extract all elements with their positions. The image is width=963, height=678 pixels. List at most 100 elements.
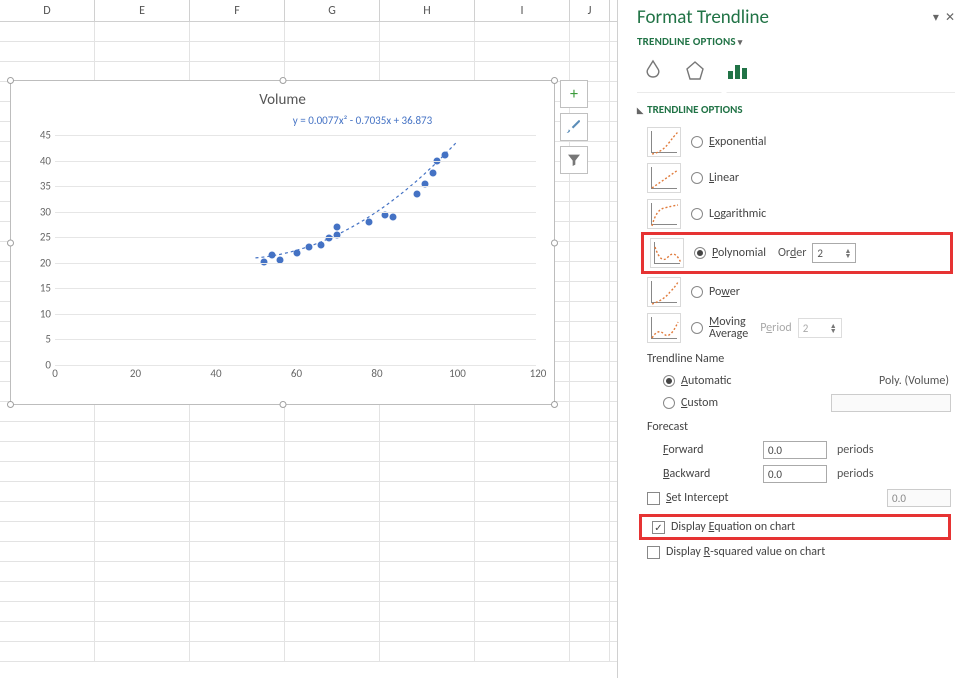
format-trendline-pane: Format Trendline ▾ ✕ TRENDLINE OPTIONS▾ …: [627, 0, 963, 678]
trendline-name-custom[interactable]: Custom: [637, 392, 955, 414]
forward-unit: periods: [837, 443, 874, 457]
checkbox-display-equation[interactable]: [652, 521, 665, 534]
display-r2-label: Display R-squared value on chart: [666, 545, 825, 559]
data-point[interactable]: [390, 213, 397, 220]
data-point[interactable]: [325, 235, 332, 242]
trendline-name-automatic[interactable]: Automatic Poly. (Volume): [637, 370, 955, 392]
exponential-icon: [647, 127, 681, 157]
trendline-options-section-header[interactable]: ◣TRENDLINE OPTIONS: [637, 103, 955, 116]
highlight-display-equation: Display Equation on chart: [639, 514, 951, 540]
pane-title: Format Trendline: [637, 6, 769, 29]
data-point[interactable]: [414, 190, 421, 197]
polynomial-icon: [650, 238, 684, 268]
option-label: EExponentialxponential: [709, 135, 766, 149]
automatic-label: Automatic: [681, 374, 731, 388]
display-equation-label: Display Equation on chart: [671, 520, 795, 534]
custom-name-input[interactable]: [831, 394, 951, 412]
radio-power[interactable]: [691, 286, 703, 298]
option-logarithmic[interactable]: Logarithmic: [637, 196, 955, 232]
worksheet-area: D E F G H I J Volume y = 0.0077x² - 0.70…: [0, 0, 618, 678]
col-header-h[interactable]: H: [380, 0, 475, 21]
tab-fill-line[interactable]: [639, 58, 667, 82]
pane-close-icon[interactable]: ✕: [945, 10, 955, 25]
column-header-row: D E F G H I J: [0, 0, 617, 22]
col-header-d[interactable]: D: [0, 0, 95, 21]
pane-dropdown-icon[interactable]: ▾: [933, 10, 939, 25]
chart-element-buttons: +: [560, 80, 590, 179]
option-label: Polynomial: [712, 246, 766, 260]
moving-avg-icon: [647, 313, 681, 343]
x-axis: 020406080100120: [55, 367, 536, 383]
option-polynomial[interactable]: Polynomial Order 2 ▲▼: [644, 235, 950, 271]
option-label: Power: [709, 285, 740, 299]
data-point[interactable]: [293, 249, 300, 256]
forecast-header: Forecast: [647, 420, 955, 434]
y-axis: 051015202530354045: [25, 135, 53, 365]
data-point[interactable]: [365, 218, 372, 225]
option-power[interactable]: Power: [637, 274, 955, 310]
polynomial-order-input[interactable]: 2 ▲▼: [812, 243, 856, 263]
chart-styles-button[interactable]: [560, 113, 588, 141]
bar-chart-icon: [725, 59, 749, 81]
data-point[interactable]: [442, 152, 449, 159]
radio-automatic[interactable]: [663, 375, 675, 387]
pane-tab-strip: [637, 58, 955, 93]
data-point[interactable]: [333, 224, 340, 231]
option-label: MovingAverage: [709, 316, 748, 340]
checkbox-display-r2[interactable]: [647, 546, 660, 559]
col-header-e[interactable]: E: [95, 0, 190, 21]
radio-exponential[interactable]: [691, 136, 703, 148]
option-label: Logarithmic: [709, 207, 766, 221]
radio-moving-average[interactable]: [691, 322, 703, 334]
radio-logarithmic[interactable]: [691, 208, 703, 220]
data-point[interactable]: [261, 258, 268, 265]
data-point[interactable]: [269, 252, 276, 259]
data-series[interactable]: [55, 135, 536, 365]
radio-linear[interactable]: [691, 172, 703, 184]
chart-title[interactable]: Volume: [11, 81, 554, 113]
backward-input[interactable]: 0.0: [763, 465, 827, 483]
plus-icon: +: [570, 85, 578, 104]
tab-trendline-options[interactable]: [723, 58, 751, 82]
col-header-j[interactable]: J: [570, 0, 610, 21]
col-header-g[interactable]: G: [285, 0, 380, 21]
chart-filter-button[interactable]: [560, 146, 588, 174]
automatic-name-value: Poly. (Volume): [879, 374, 955, 388]
backward-label: Backward: [663, 467, 763, 481]
trendline-name-header: Trendline Name: [647, 352, 955, 366]
option-label: Linear: [709, 171, 739, 185]
funnel-icon: [566, 152, 582, 168]
col-header-f[interactable]: F: [190, 0, 285, 21]
option-linear[interactable]: Linear: [637, 160, 955, 196]
option-exponential[interactable]: EExponentialxponential: [637, 124, 955, 160]
tab-effects[interactable]: [681, 58, 709, 82]
data-point[interactable]: [317, 241, 324, 248]
forward-input[interactable]: 0.0: [763, 441, 827, 459]
trendline-equation-label[interactable]: y = 0.0077x² - 0.7035x + 36.873: [11, 113, 554, 127]
logarithmic-icon: [647, 199, 681, 229]
power-icon: [647, 277, 681, 307]
custom-label: Custom: [681, 396, 718, 410]
chart-add-element-button[interactable]: +: [560, 80, 588, 108]
set-intercept-value: 0.0: [887, 489, 951, 507]
col-header-i[interactable]: I: [475, 0, 570, 21]
data-point[interactable]: [305, 244, 312, 251]
display-equation-row[interactable]: Display Equation on chart: [642, 517, 948, 537]
chart-object[interactable]: Volume y = 0.0077x² - 0.7035x + 36.873 0…: [10, 80, 555, 405]
set-intercept-row[interactable]: Set Intercept 0.0: [637, 486, 955, 510]
set-intercept-label: Set Intercept: [666, 491, 729, 505]
data-point[interactable]: [430, 170, 437, 177]
display-r2-row[interactable]: Display R-squared value on chart: [637, 542, 955, 562]
radio-polynomial[interactable]: [694, 247, 706, 259]
highlight-polynomial: Polynomial Order 2 ▲▼: [641, 232, 953, 274]
brush-icon: [565, 118, 583, 136]
plot-area[interactable]: 051015202530354045 020406080100120: [55, 135, 536, 365]
radio-custom[interactable]: [663, 397, 675, 409]
pane-subtitle-dropdown[interactable]: TRENDLINE OPTIONS▾: [637, 35, 955, 48]
option-moving-average[interactable]: MovingAverage Period 2 ▲▼: [637, 310, 955, 346]
checkbox-set-intercept[interactable]: [647, 492, 660, 505]
linear-icon: [647, 163, 681, 193]
moving-average-period-input: 2 ▲▼: [798, 318, 842, 338]
data-point[interactable]: [382, 212, 389, 219]
order-label: Order: [778, 246, 806, 260]
